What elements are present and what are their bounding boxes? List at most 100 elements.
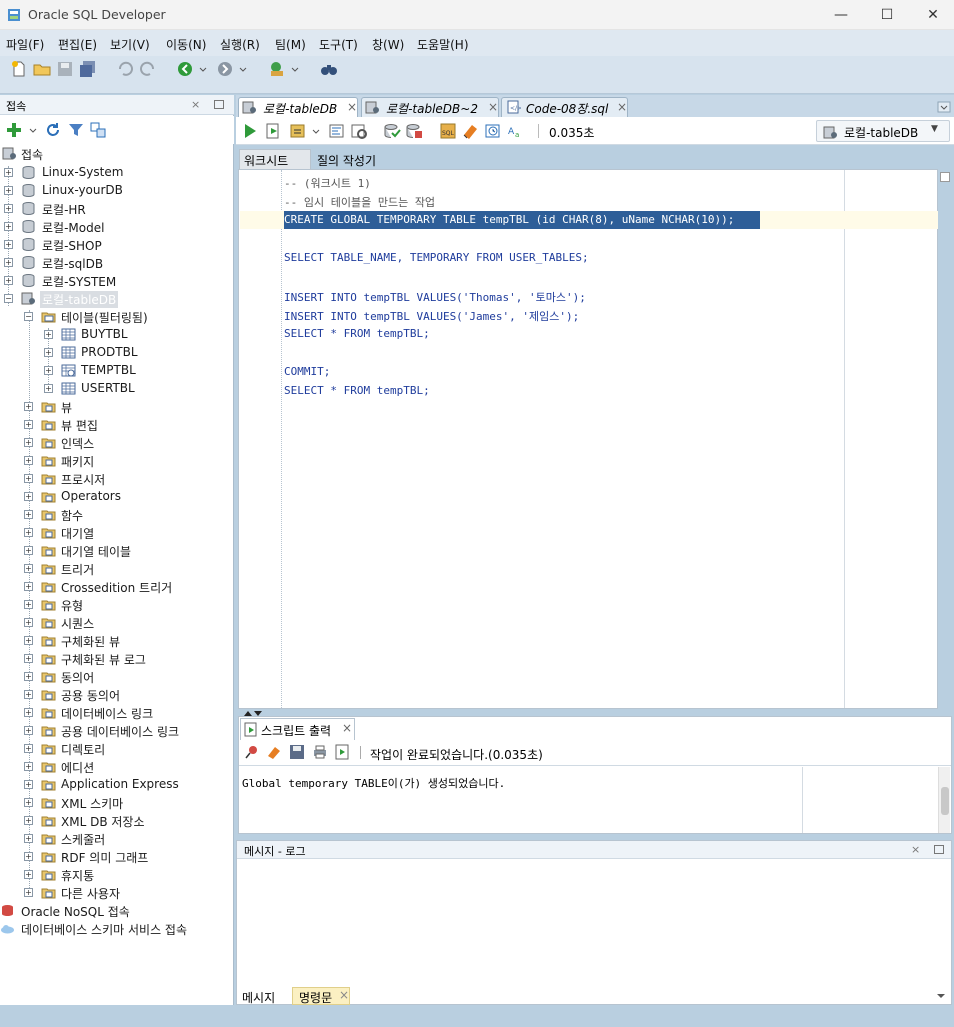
menu-window[interactable]: 창(W) — [372, 36, 404, 53]
forward-icon[interactable] — [216, 60, 234, 78]
tree-object-node[interactable]: + 뷰 — [0, 398, 230, 416]
undo-icon[interactable] — [116, 60, 134, 78]
tab-local-tabledb-2[interactable]: 로컬-tableDB~2 × — [361, 97, 499, 117]
tree-object-node[interactable]: + 인덱스 — [0, 434, 230, 452]
expand-icon[interactable]: + — [24, 546, 33, 555]
tree-object-node[interactable]: + 데이터베이스 링크 — [0, 704, 230, 722]
tree-object-node[interactable]: + 대기열 — [0, 524, 230, 542]
new-file-icon[interactable] — [10, 60, 28, 78]
menu-view[interactable]: 보기(V) — [110, 36, 150, 53]
expand-icon[interactable]: + — [24, 690, 33, 699]
clear-eraser-icon[interactable] — [461, 122, 479, 140]
tree-object-node[interactable]: + 프로시저 — [0, 470, 230, 488]
expand-icon[interactable]: + — [44, 384, 53, 393]
expand-icon[interactable]: + — [44, 330, 53, 339]
subtab-worksheet[interactable]: 워크시트 — [239, 149, 311, 169]
expand-icon[interactable]: + — [4, 276, 13, 285]
tree-connection-linux-yourdb[interactable]: + Linux-yourDB — [0, 182, 230, 200]
menu-navigate[interactable]: 이동(N) — [166, 36, 206, 53]
expand-icon[interactable]: + — [24, 564, 33, 573]
chevron-down-icon[interactable] — [198, 60, 208, 78]
filter-icon[interactable] — [67, 121, 85, 139]
tab-close-icon[interactable]: × — [342, 721, 352, 735]
back-icon[interactable] — [176, 60, 194, 78]
expand-icon[interactable]: + — [24, 474, 33, 483]
format-icon[interactable]: Aa — [507, 122, 525, 140]
expand-icon[interactable]: + — [4, 258, 13, 267]
tab-close-icon[interactable]: × — [347, 100, 357, 114]
expand-icon[interactable]: + — [24, 816, 33, 825]
tree-connection-local-shop[interactable]: + 로컬-SHOP — [0, 236, 230, 254]
expand-icon[interactable]: + — [24, 780, 33, 789]
tab-script-output[interactable]: 스크립트 출력 × — [240, 718, 355, 740]
autotrace-icon[interactable] — [289, 122, 307, 140]
tree-object-node[interactable]: + 구체화된 뷰 로그 — [0, 650, 230, 668]
run-script-output-icon[interactable] — [335, 744, 351, 760]
tree-object-node[interactable]: + 시퀀스 — [0, 614, 230, 632]
expand-icon[interactable]: + — [24, 744, 33, 753]
menu-file[interactable]: 파일(F) — [6, 36, 44, 53]
expand-icon[interactable]: + — [4, 240, 13, 249]
expand-icon[interactable]: + — [44, 366, 53, 375]
save-all-icon[interactable] — [79, 60, 97, 78]
expand-icon[interactable]: + — [24, 888, 33, 897]
tree-object-node[interactable]: + 다른 사용자 — [0, 884, 230, 902]
clear-eraser-icon[interactable] — [266, 744, 282, 760]
expand-icon[interactable]: + — [24, 834, 33, 843]
tree-object-node[interactable]: + 에디션 — [0, 758, 230, 776]
expand-icon[interactable]: + — [24, 618, 33, 627]
expand-icon[interactable]: + — [24, 762, 33, 771]
sql-worksheet-icon[interactable] — [268, 60, 286, 78]
tree-connection-local-system[interactable]: + 로컬-SYSTEM — [0, 272, 230, 290]
tree-object-node[interactable]: + 스케줄러 — [0, 830, 230, 848]
rollback-icon[interactable] — [405, 122, 423, 140]
tab-statements[interactable]: 명령문 × — [292, 987, 350, 1005]
expand-icon[interactable]: + — [4, 204, 13, 213]
tree-object-node[interactable]: + 뷰 편집 — [0, 416, 230, 434]
menu-run[interactable]: 실행(R) — [220, 36, 260, 53]
tree-object-node[interactable]: + 동의어 — [0, 668, 230, 686]
tree-node-tables[interactable]: − 테이블(필터링됨) — [0, 308, 230, 326]
expand-icon[interactable]: + — [24, 510, 33, 519]
expand-icon[interactable]: + — [24, 798, 33, 807]
explain-plan-icon[interactable] — [328, 122, 346, 140]
tree-object-node[interactable]: + 패키지 — [0, 452, 230, 470]
tree-connection-local-hr[interactable]: + 로컬-HR — [0, 200, 230, 218]
run-statement-icon[interactable] — [241, 122, 259, 140]
tree-object-node[interactable]: + XML 스키마 — [0, 794, 230, 812]
tree-object-node[interactable]: + 대기열 테이블 — [0, 542, 230, 560]
expand-icon[interactable]: + — [24, 420, 33, 429]
expand-icon[interactable]: + — [24, 438, 33, 447]
tree-object-node[interactable]: + RDF 의미 그래프 — [0, 848, 230, 866]
expand-icon[interactable]: + — [44, 348, 53, 357]
open-folder-icon[interactable] — [33, 60, 51, 78]
expand-icon[interactable]: + — [24, 726, 33, 735]
tab-close-icon[interactable]: × — [339, 988, 349, 1002]
save-icon[interactable] — [56, 60, 74, 78]
tree-object-node[interactable]: + 디렉토리 — [0, 740, 230, 758]
tree-object-node[interactable]: + Operators — [0, 488, 230, 506]
menu-help[interactable]: 도움말(H) — [417, 36, 469, 53]
minimize-button[interactable]: — — [818, 0, 864, 30]
tab-list-dropdown-icon[interactable] — [935, 990, 947, 1002]
tree-table-temptbl[interactable]: + TEMPTBL — [0, 362, 230, 380]
expand-icon[interactable]: + — [24, 852, 33, 861]
tree-cloud-connections[interactable]: 데이터베이스 스키마 서비스 접속 — [0, 920, 230, 938]
chevron-down-icon[interactable] — [238, 60, 248, 78]
collapse-icon[interactable]: − — [24, 312, 33, 321]
history-icon[interactable] — [484, 122, 502, 140]
refresh-icon[interactable] — [44, 121, 62, 139]
chevron-down-icon[interactable] — [311, 122, 321, 140]
expand-icon[interactable]: + — [24, 528, 33, 537]
tree-object-node[interactable]: + XML DB 저장소 — [0, 812, 230, 830]
tree-object-node[interactable]: + 유형 — [0, 596, 230, 614]
sql-tuning-icon[interactable] — [350, 122, 368, 140]
panel-close-icon[interactable]: × — [911, 843, 920, 856]
subtab-query-builder[interactable]: 질의 작성기 — [311, 149, 391, 169]
tree-table-buytbl[interactable]: + BUYTBL — [0, 326, 230, 344]
tree-table-usertbl[interactable]: + USERTBL — [0, 380, 230, 398]
tab-messages[interactable]: 메시지 — [242, 989, 275, 1006]
tab-close-icon[interactable]: × — [617, 100, 627, 114]
save-icon[interactable] — [289, 744, 305, 760]
expand-icon[interactable]: + — [24, 582, 33, 591]
